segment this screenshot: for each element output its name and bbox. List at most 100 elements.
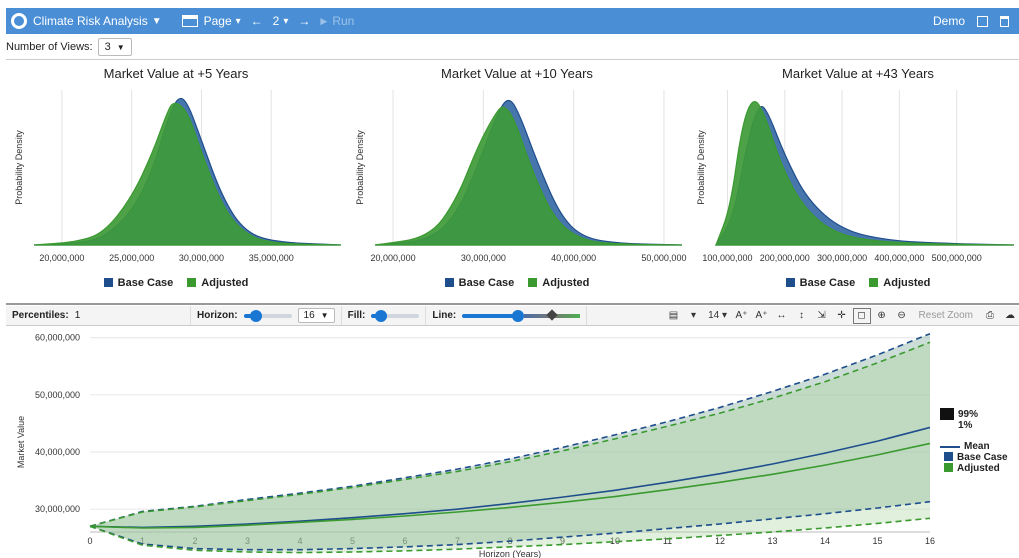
x-tick-label: 50,000,000 xyxy=(641,253,686,263)
font-size-value: 14 xyxy=(708,310,720,321)
views-select[interactable]: 3 ▼ xyxy=(97,38,132,56)
page-label: Page xyxy=(203,14,232,28)
font-increase-icon[interactable]: A⁺ xyxy=(733,308,751,324)
zoom-out-icon[interactable]: ⊖ xyxy=(893,308,911,324)
legend-base[interactable]: Base Case xyxy=(444,277,515,289)
slider-knob[interactable] xyxy=(374,309,387,322)
zoom-in-icon[interactable]: ⊕ xyxy=(873,308,891,324)
reset-zoom-button[interactable]: Reset Zoom xyxy=(913,310,979,321)
legend-swatch xyxy=(187,278,197,287)
legend-base-label: Base Case xyxy=(799,277,856,289)
arrow-left-icon: ← xyxy=(250,14,263,28)
legend-swatch xyxy=(444,278,454,287)
x-tick-label: 16 xyxy=(925,536,935,546)
dist-chart-5y: Market Value at +5 Years 20,000,000 25,00… xyxy=(6,62,346,297)
page-number: 2 xyxy=(272,14,280,28)
dist-plot[interactable]: 20,000,000 30,000,000 40,000,000 50,000,000… xyxy=(347,86,687,276)
expand-vertical-icon[interactable]: ↕ xyxy=(793,308,811,324)
legend-base[interactable]: Base Case xyxy=(940,452,1008,463)
y-tick-label: 30,000,000 xyxy=(35,504,80,514)
legend-base[interactable]: Base Case xyxy=(785,277,856,289)
line-label: Line: xyxy=(432,310,457,321)
legend-base-label: Base Case xyxy=(117,277,174,289)
chart-title: Market Value at +5 Years xyxy=(103,66,249,81)
chevron-down-icon: ▾ xyxy=(235,15,241,27)
box-zoom-icon[interactable]: ◻ xyxy=(852,307,871,324)
chevron-down-icon: ▼ xyxy=(116,42,125,52)
x-tick-label: 35,000,000 xyxy=(249,253,294,263)
legend-swatch xyxy=(528,278,538,287)
next-page-button[interactable]: → xyxy=(298,14,310,28)
dist-plot[interactable]: 100,000,000 200,000,000 300,000,000 400,000… xyxy=(688,86,1019,276)
legend-mean[interactable]: Mean xyxy=(940,441,1008,452)
legend-adjusted[interactable]: Adjusted xyxy=(869,277,930,289)
page-number-select[interactable]: 2 ▾ xyxy=(273,14,289,28)
legend-adjusted[interactable]: Adjusted xyxy=(187,277,248,289)
fill-slider[interactable] xyxy=(371,309,420,322)
slider-knob[interactable] xyxy=(249,309,262,322)
diamond-icon xyxy=(546,308,558,321)
percentiles-label: Percentiles: xyxy=(12,310,69,321)
dist-plot[interactable]: 20,000,000 25,000,000 30,000,000 35,000,000… xyxy=(6,86,346,276)
fan-chart-toolbar: Percentiles: 1 Horizon: 16 ▼ Fill: Line:… xyxy=(6,306,1019,326)
fan-legend: 99% 1% Mean Base Case Adjusted xyxy=(940,408,1008,474)
legend-99-label: 99% xyxy=(958,408,979,420)
series-adjusted-area xyxy=(374,106,683,246)
legend-base-label: Base Case xyxy=(957,452,1008,463)
cloud-icon[interactable]: ☁ xyxy=(1001,308,1019,324)
dist-chart-43y: Market Value at +43 Years 100,000,000 200… xyxy=(688,62,1019,297)
x-tick-label: 100,000,000 xyxy=(702,253,752,263)
chart-legend: Base Case Adjusted xyxy=(347,277,687,289)
legend-swatch xyxy=(944,463,953,472)
font-decrease-icon[interactable]: A⁺ xyxy=(753,308,771,324)
pan-icon[interactable]: ✛ xyxy=(833,308,851,324)
globe-icon xyxy=(11,13,27,29)
film-icon xyxy=(181,15,198,27)
legend-base-label: Base Case xyxy=(458,277,515,289)
table-icon[interactable]: ▤ xyxy=(665,308,683,324)
y-axis-label: Probability Density xyxy=(355,130,365,205)
app-header: Climate Risk Analysis ▼ Page ▾ ← 2 ▾ → ▶… xyxy=(6,8,1019,34)
page-menu[interactable]: Page ▾ xyxy=(172,14,241,28)
y-axis-label: Market Value xyxy=(16,416,26,468)
legend-percentile-99[interactable]: 99% xyxy=(940,408,1008,420)
legend-adjusted[interactable]: Adjusted xyxy=(528,277,589,289)
prev-page-button[interactable]: ← xyxy=(251,14,263,28)
play-icon: ▶ xyxy=(320,15,328,26)
trash-icon[interactable] xyxy=(1000,15,1009,27)
legend-swatch xyxy=(944,452,953,461)
y-axis-label: Probability Density xyxy=(696,130,706,205)
line-slider[interactable] xyxy=(462,309,525,322)
legend-percentile-1[interactable]: 1% xyxy=(940,420,1008,431)
copy-icon[interactable] xyxy=(977,15,988,27)
expand-horizontal-icon[interactable]: ↔ xyxy=(773,308,791,324)
legend-mean-label: Mean xyxy=(964,441,990,452)
run-label: Run xyxy=(332,14,355,28)
legend-adjusted-label: Adjusted xyxy=(883,277,931,289)
print-icon[interactable]: ⎙ xyxy=(981,308,999,324)
user-name[interactable]: Demo xyxy=(933,14,965,28)
series-adjusted-area xyxy=(33,102,342,246)
percentiles-input[interactable]: 1 xyxy=(75,310,81,321)
color-slider[interactable] xyxy=(524,308,581,321)
fit-icon[interactable]: ⇲ xyxy=(813,308,831,324)
x-tick-label: 20,000,000 xyxy=(39,253,84,263)
fill-label: Fill: xyxy=(347,310,366,321)
slider-knob[interactable] xyxy=(512,309,525,322)
fan-chart[interactable]: 30,000,000 40,000,000 50,000,000 60,000,000… xyxy=(6,330,1019,558)
bracket-icon xyxy=(940,408,954,420)
horizon-select[interactable]: 16 ▼ xyxy=(297,308,335,323)
y-tick-label: 50,000,000 xyxy=(35,390,80,400)
x-tick-label: 30,000,000 xyxy=(179,253,224,263)
legend-base[interactable]: Base Case xyxy=(103,277,174,289)
font-size-select[interactable]: 14 ▾ xyxy=(705,308,731,324)
horizon-slider[interactable] xyxy=(243,309,292,322)
app-menu[interactable]: Climate Risk Analysis ▼ xyxy=(6,13,162,29)
y-tick-label: 40,000,000 xyxy=(35,447,80,457)
legend-swatch xyxy=(103,278,113,287)
app-title: Climate Risk Analysis xyxy=(33,14,148,28)
run-button[interactable]: ▶ Run xyxy=(320,14,354,28)
legend-adjusted[interactable]: Adjusted xyxy=(940,463,1008,474)
chevron-down-icon[interactable]: ▾ xyxy=(685,308,703,324)
arrow-right-icon: → xyxy=(298,14,311,28)
